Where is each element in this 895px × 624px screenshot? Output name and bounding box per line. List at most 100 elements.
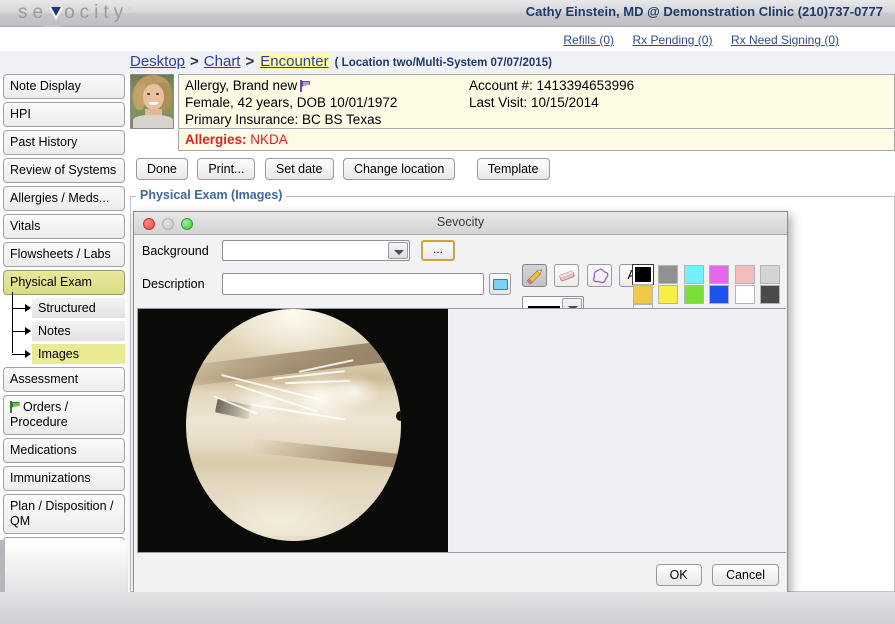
color-swatch[interactable] bbox=[735, 285, 755, 304]
patient-account: Account #: 1413394653996 bbox=[469, 78, 634, 93]
sidebar-item-hpi[interactable]: HPI bbox=[3, 102, 125, 127]
logo-text-se: se bbox=[18, 2, 48, 23]
breadcrumb: Desktop>Chart>Encounter( Location two/Mu… bbox=[0, 51, 895, 74]
annotation-pane[interactable] bbox=[449, 309, 787, 552]
sidebar-subitem-images[interactable]: Images bbox=[32, 344, 125, 364]
patient-last-visit: Last Visit: 10/15/2014 bbox=[469, 95, 599, 110]
color-swatch[interactable] bbox=[760, 265, 780, 284]
color-swatch[interactable] bbox=[760, 285, 780, 304]
sidebar-label: Note Display bbox=[10, 79, 81, 93]
sidebar-label: Immunizations bbox=[10, 471, 91, 485]
color-swatch[interactable] bbox=[709, 285, 729, 304]
color-swatch[interactable] bbox=[709, 265, 729, 284]
dialog-footer: OK Cancel bbox=[650, 564, 779, 586]
sidebar-item-physical-exam[interactable]: Physical Exam bbox=[3, 270, 125, 295]
allergies-value: NKDA bbox=[250, 132, 288, 147]
sidebar-item-orders-procedure[interactable]: Orders / Procedure bbox=[3, 395, 125, 435]
section-legend: Physical Exam (Images) bbox=[130, 188, 895, 204]
breadcrumb-location: ( Location two/Multi-System 07/07/2015) bbox=[335, 57, 552, 69]
arthroscopic-image[interactable] bbox=[138, 309, 448, 552]
patient-insurance: Primary Insurance: BC BS Texas bbox=[185, 112, 381, 127]
sidebar-sublabel: Structured bbox=[38, 301, 96, 315]
sidebar-label: Allergies / Meds... bbox=[10, 191, 109, 205]
dialog-title-bar: Sevocity bbox=[134, 212, 787, 235]
sidebar-subtree-physical-exam: Structured Notes Images bbox=[10, 298, 128, 364]
ok-button[interactable]: OK bbox=[656, 564, 702, 586]
refills-link[interactable]: Refills (0) bbox=[563, 33, 614, 47]
purple-flag-icon bbox=[300, 80, 311, 92]
dialog-form-area: Background ... Description A bbox=[134, 236, 789, 298]
sidebar-subitem-structured[interactable]: Structured bbox=[32, 298, 125, 318]
sidebar-item-allergies-meds[interactable]: Allergies / Meds... bbox=[3, 186, 125, 211]
sidebar-item-note-display[interactable]: Note Display bbox=[3, 74, 125, 99]
sidebar-item-immunizations[interactable]: Immunizations bbox=[3, 466, 125, 491]
breadcrumb-desktop[interactable]: Desktop bbox=[130, 53, 185, 70]
template-button[interactable]: Template bbox=[477, 158, 550, 180]
print-button[interactable]: Print... bbox=[197, 158, 255, 180]
cancel-button[interactable]: Cancel bbox=[712, 564, 779, 586]
rx-pending-link[interactable]: Rx Pending (0) bbox=[632, 33, 712, 47]
top-brand-bar: seocity· Cathy Einstein, MD @ Demonstrat… bbox=[0, 0, 895, 27]
sidebar-label: HPI bbox=[10, 107, 31, 121]
sevocity-logo: seocity· bbox=[18, 2, 131, 24]
rx-links-bar: Refills (0) Rx Pending (0) Rx Need Signi… bbox=[0, 27, 895, 51]
sidebar-label: Plan / Disposition / QM bbox=[10, 499, 114, 528]
sidebar-label: Medications bbox=[10, 443, 77, 457]
star-shape-icon[interactable] bbox=[587, 264, 612, 287]
rx-need-signing-link[interactable]: Rx Need Signing (0) bbox=[731, 33, 839, 47]
set-date-button[interactable]: Set date bbox=[265, 158, 334, 180]
logo-tm: · bbox=[128, 3, 131, 13]
sidebar-item-flowsheets-labs[interactable]: Flowsheets / Labs bbox=[3, 242, 125, 267]
clinic-title: Cathy Einstein, MD @ Demonstration Clini… bbox=[526, 4, 883, 19]
encounter-toolbar: Done Print... Set date Change location T… bbox=[136, 158, 555, 180]
patient-banner: Allergy, Brand new Female, 42 years, DOB… bbox=[130, 74, 895, 152]
allergies-row: Allergies: NKDA bbox=[178, 130, 895, 151]
pencil-icon[interactable] bbox=[522, 264, 547, 287]
sidebar-label: Flowsheets / Labs bbox=[10, 247, 111, 261]
sidebar-item-assessment[interactable]: Assessment bbox=[3, 367, 125, 392]
sidebar-item-plan-disposition-qm[interactable]: Plan / Disposition / QM bbox=[3, 494, 125, 534]
palette-row-2 bbox=[633, 285, 789, 305]
sidebar-label: Vitals bbox=[10, 219, 40, 233]
color-swatch[interactable] bbox=[684, 285, 704, 304]
description-input[interactable] bbox=[222, 273, 484, 295]
image-canvas-area[interactable] bbox=[137, 308, 786, 553]
change-location-button[interactable]: Change location bbox=[343, 158, 455, 180]
sidebar-item-review-of-systems[interactable]: Review of Systems bbox=[3, 158, 125, 183]
allergies-label: Allergies: bbox=[185, 132, 247, 147]
color-swatch[interactable] bbox=[658, 265, 678, 284]
sidebar-item-medications[interactable]: Medications bbox=[3, 438, 125, 463]
patient-name: Allergy, Brand new bbox=[185, 78, 297, 93]
color-swatch[interactable] bbox=[735, 265, 755, 284]
v-triangle-icon bbox=[49, 7, 63, 20]
chevron-down-icon[interactable] bbox=[388, 242, 408, 259]
breadcrumb-encounter[interactable]: Encounter bbox=[259, 53, 329, 70]
scope-viewport bbox=[186, 309, 401, 541]
done-button[interactable]: Done bbox=[136, 158, 188, 180]
palette-row-1 bbox=[633, 265, 789, 285]
sidebar-item-past-history[interactable]: Past History bbox=[3, 130, 125, 155]
breadcrumb-chart[interactable]: Chart bbox=[204, 53, 241, 70]
on-screen-keyboard-icon[interactable] bbox=[489, 273, 511, 295]
dialog-title: Sevocity bbox=[134, 215, 787, 229]
background-select[interactable] bbox=[222, 240, 410, 261]
logo-text-ocity: ocity bbox=[64, 2, 128, 23]
sidebar-label: Review of Systems bbox=[10, 163, 116, 177]
color-swatch[interactable] bbox=[633, 285, 653, 304]
color-swatch[interactable] bbox=[633, 265, 653, 284]
avatar bbox=[130, 74, 174, 129]
sidebar-label: Past History bbox=[10, 135, 77, 149]
section-legend-label: Physical Exam (Images) bbox=[136, 188, 286, 202]
eraser-icon[interactable] bbox=[554, 264, 579, 287]
background-label: Background bbox=[142, 244, 209, 258]
patient-info-panel: Allergy, Brand new Female, 42 years, DOB… bbox=[178, 74, 895, 129]
color-swatch[interactable] bbox=[684, 265, 704, 284]
color-swatch[interactable] bbox=[658, 285, 678, 304]
sidebar-label: Physical Exam bbox=[10, 275, 92, 289]
sidebar-item-vitals[interactable]: Vitals bbox=[3, 214, 125, 239]
description-label: Description bbox=[142, 277, 205, 291]
sidebar-label: Assessment bbox=[10, 372, 78, 386]
sidebar-subitem-notes[interactable]: Notes bbox=[32, 321, 125, 341]
bottom-fill-bar bbox=[0, 592, 895, 624]
browse-button[interactable]: ... bbox=[421, 240, 455, 261]
